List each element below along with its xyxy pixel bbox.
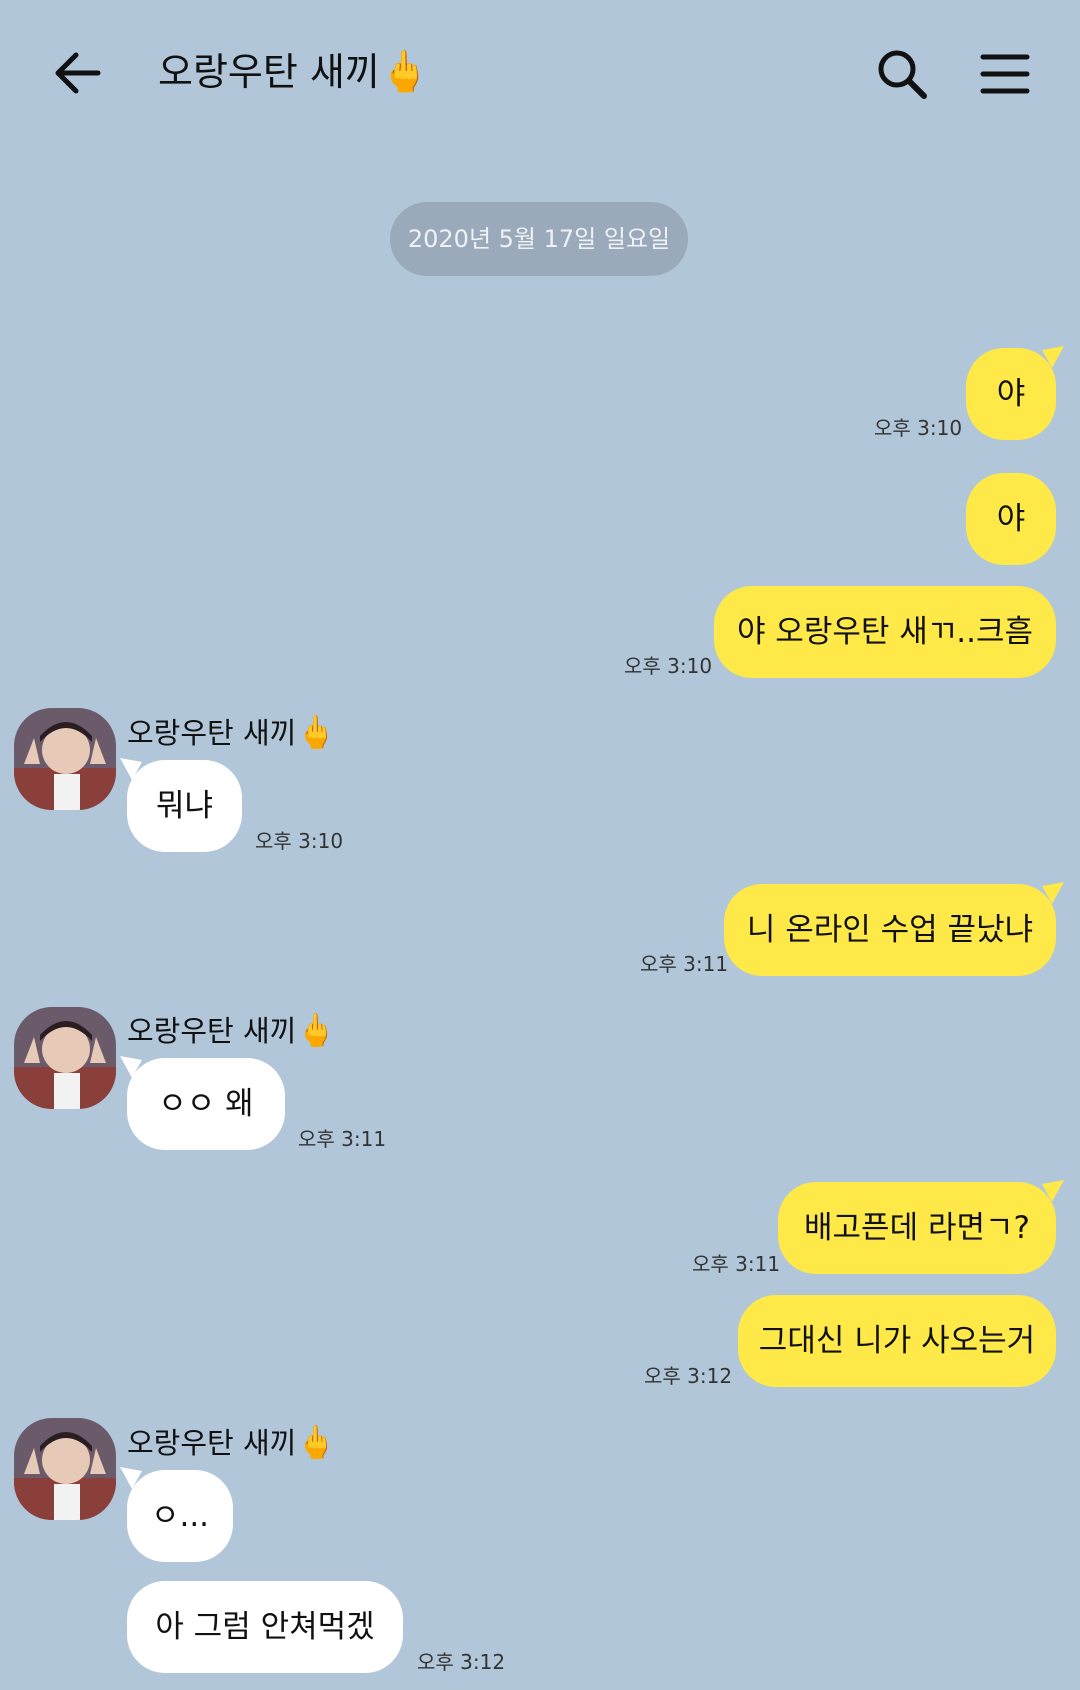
chat-title-text: 오랑우탄 새끼 (158, 50, 380, 94)
their-message-bubble[interactable]: ㅇㅇ 왜 (127, 1058, 285, 1150)
my-message-bubble[interactable]: 니 온라인 수업 끝났냐 (724, 884, 1056, 976)
message-time: 오후 3:11 (298, 1127, 387, 1151)
search-icon[interactable] (874, 46, 930, 102)
bubble-tail (1042, 1180, 1064, 1202)
middle-finger-emoji-icon: 🖕 (296, 1011, 337, 1049)
bubble-tail (1042, 882, 1064, 904)
contact-avatar[interactable] (14, 708, 116, 810)
their-message-bubble[interactable]: ㅇ... (127, 1470, 233, 1562)
chat-title: 오랑우탄 새끼🖕 (158, 42, 430, 102)
bubble-tail (1042, 346, 1064, 368)
contact-avatar[interactable] (14, 1007, 116, 1109)
middle-finger-emoji-icon: 🖕 (296, 713, 337, 751)
message-time: 오후 3:12 (417, 1650, 506, 1674)
message-time: 오후 3:10 (255, 829, 344, 853)
message-time: 오후 3:11 (692, 1252, 781, 1276)
arrow-left-icon[interactable] (50, 45, 106, 101)
sender-name-text: 오랑우탄 새끼 (127, 716, 297, 750)
hamburger-menu-icon[interactable] (980, 52, 1030, 96)
my-message-bubble[interactable]: 배고픈데 라면ㄱ? (778, 1182, 1056, 1274)
message-time: 오후 3:10 (624, 654, 713, 678)
their-message-bubble[interactable]: 뭐냐 (127, 760, 242, 852)
my-message-bubble[interactable]: 야 (966, 473, 1056, 565)
middle-finger-emoji-icon: 🖕 (296, 1423, 337, 1461)
contact-avatar[interactable] (14, 1418, 116, 1520)
their-message-bubble[interactable]: 아 그럼 안쳐먹겠 (127, 1581, 403, 1673)
sender-name-text: 오랑우탄 새끼 (127, 1014, 297, 1048)
sender-name: 오랑우탄 새끼🖕 (127, 710, 336, 752)
message-time: 오후 3:12 (644, 1364, 733, 1388)
my-message-bubble[interactable]: 야 오랑우탄 새ㄲ..크흠 (714, 586, 1056, 678)
message-time: 오후 3:10 (874, 416, 963, 440)
sender-name: 오랑우탄 새끼🖕 (127, 1420, 336, 1462)
date-divider: 2020년 5월 17일 일요일 (390, 202, 688, 276)
message-time: 오후 3:11 (640, 952, 729, 976)
my-message-bubble[interactable]: 그대신 니가 사오는거 (738, 1295, 1056, 1387)
sender-name: 오랑우탄 새끼🖕 (127, 1008, 336, 1050)
middle-finger-emoji-icon: 🖕 (379, 49, 430, 95)
chat-header: 오랑우탄 새끼🖕 (0, 0, 1080, 150)
sender-name-text: 오랑우탄 새끼 (127, 1426, 297, 1460)
